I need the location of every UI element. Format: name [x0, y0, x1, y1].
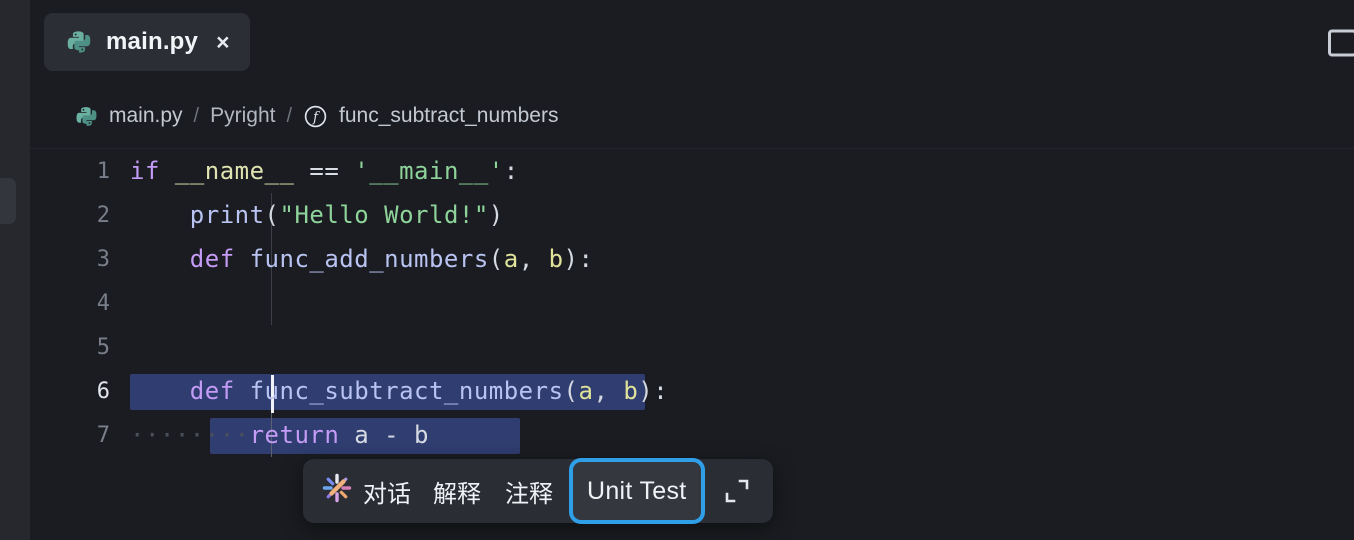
- code-token: a - b: [354, 421, 429, 449]
- breadcrumb-item-file[interactable]: main.py: [109, 104, 183, 128]
- code-token: b: [623, 377, 639, 405]
- code-token: "Hello World!": [279, 201, 489, 229]
- code-token: :: [503, 157, 519, 185]
- code-editor[interactable]: 1 if __name__ == '__main__': 2 print("He…: [30, 149, 1354, 540]
- code-token: __name__: [174, 157, 295, 185]
- breadcrumb-item-provider[interactable]: Pyright: [210, 104, 275, 128]
- code-token: func_add_numbers: [249, 245, 489, 273]
- code-token: def: [189, 245, 250, 273]
- breadcrumb-separator: /: [193, 104, 200, 127]
- indent-guide: [271, 281, 272, 325]
- line-number: 1: [96, 158, 110, 184]
- code-token: (: [264, 201, 280, 229]
- app-root: main.py × main.py / Pyright / f func_sub…: [0, 0, 1354, 540]
- code-token: ):: [563, 245, 594, 273]
- code-token: if: [130, 157, 175, 185]
- ai-action-label: Unit Test: [587, 476, 687, 505]
- code-token: print: [189, 201, 265, 229]
- ai-action-label: 对话: [363, 480, 411, 508]
- code-token: ==: [294, 157, 355, 185]
- code-line-content: if __name__ == '__main__':: [130, 157, 519, 185]
- code-token: (: [488, 245, 504, 273]
- code-token: ,: [593, 377, 624, 405]
- close-icon[interactable]: ×: [216, 30, 229, 54]
- code-line-content: def func_subtract_numbers(a, b):: [130, 377, 668, 405]
- breadcrumb-item-symbol[interactable]: func_subtract_numbers: [339, 104, 558, 128]
- python-icon: [66, 29, 92, 55]
- code-token: return: [249, 421, 355, 449]
- sidebar-toggle-handle[interactable]: [0, 178, 16, 224]
- line-number: 4: [96, 290, 110, 316]
- function-icon: f: [303, 104, 328, 129]
- activity-bar: [0, 0, 30, 540]
- code-token: def: [189, 377, 250, 405]
- whitespace-dots: ········: [130, 421, 250, 449]
- line-number: 2: [96, 202, 110, 228]
- expand-collapse-icon[interactable]: [709, 467, 765, 515]
- line-number: 3: [96, 246, 110, 272]
- code-line: 4: [30, 281, 1354, 325]
- code-token: (: [563, 377, 579, 405]
- svg-text:f: f: [312, 109, 321, 125]
- code-line: 1 if __name__ == '__main__':: [30, 149, 1354, 193]
- code-line: 3 def func_add_numbers(a, b):: [30, 237, 1354, 281]
- code-token: ): [488, 201, 504, 229]
- ai-chat-action[interactable]: 对话: [317, 467, 421, 515]
- breadcrumb-separator: /: [286, 104, 293, 127]
- ai-sparkle-icon: [321, 472, 353, 511]
- code-token: a: [578, 377, 594, 405]
- code-line: 5: [30, 325, 1354, 369]
- line-number: 7: [96, 422, 110, 448]
- editor-panel: main.py × main.py / Pyright / f func_sub…: [30, 0, 1354, 540]
- code-line-content: def func_add_numbers(a, b):: [130, 245, 593, 273]
- split-editor-icon[interactable]: [1328, 28, 1354, 58]
- ai-action-label: 解释: [433, 480, 481, 508]
- code-token: '__main__': [354, 157, 504, 185]
- code-token: ,: [518, 245, 549, 273]
- code-line: 2 print("Hello World!"): [30, 193, 1354, 237]
- code-line: 7 ········return a - b: [30, 413, 1354, 457]
- code-token: func_subtract_numbers: [249, 377, 564, 405]
- editor-tab-main-py[interactable]: main.py ×: [44, 13, 250, 71]
- code-token: ):: [638, 377, 669, 405]
- code-token: b: [548, 245, 564, 273]
- code-line-content: ········return a - b: [130, 421, 429, 449]
- python-icon: [75, 105, 98, 128]
- line-number: 6: [96, 378, 110, 404]
- line-number: 5: [96, 334, 110, 360]
- tab-label: main.py: [106, 28, 199, 55]
- code-line-content: print("Hello World!"): [130, 201, 504, 229]
- ai-comment-action[interactable]: 注释: [493, 467, 565, 515]
- ai-action-label: 注释: [505, 480, 553, 508]
- ai-assist-toolbar[interactable]: 对话 解释 注释 Unit Test: [303, 458, 773, 524]
- breadcrumb: main.py / Pyright / f func_subtract_numb…: [30, 84, 1354, 148]
- editor-tab-bar: main.py ×: [30, 0, 1354, 84]
- ai-explain-action[interactable]: 解释: [421, 467, 493, 515]
- ai-unit-test-action[interactable]: Unit Test: [569, 458, 705, 524]
- code-token: a: [503, 245, 519, 273]
- code-line: 6 def func_subtract_numbers(a, b):: [30, 369, 1354, 413]
